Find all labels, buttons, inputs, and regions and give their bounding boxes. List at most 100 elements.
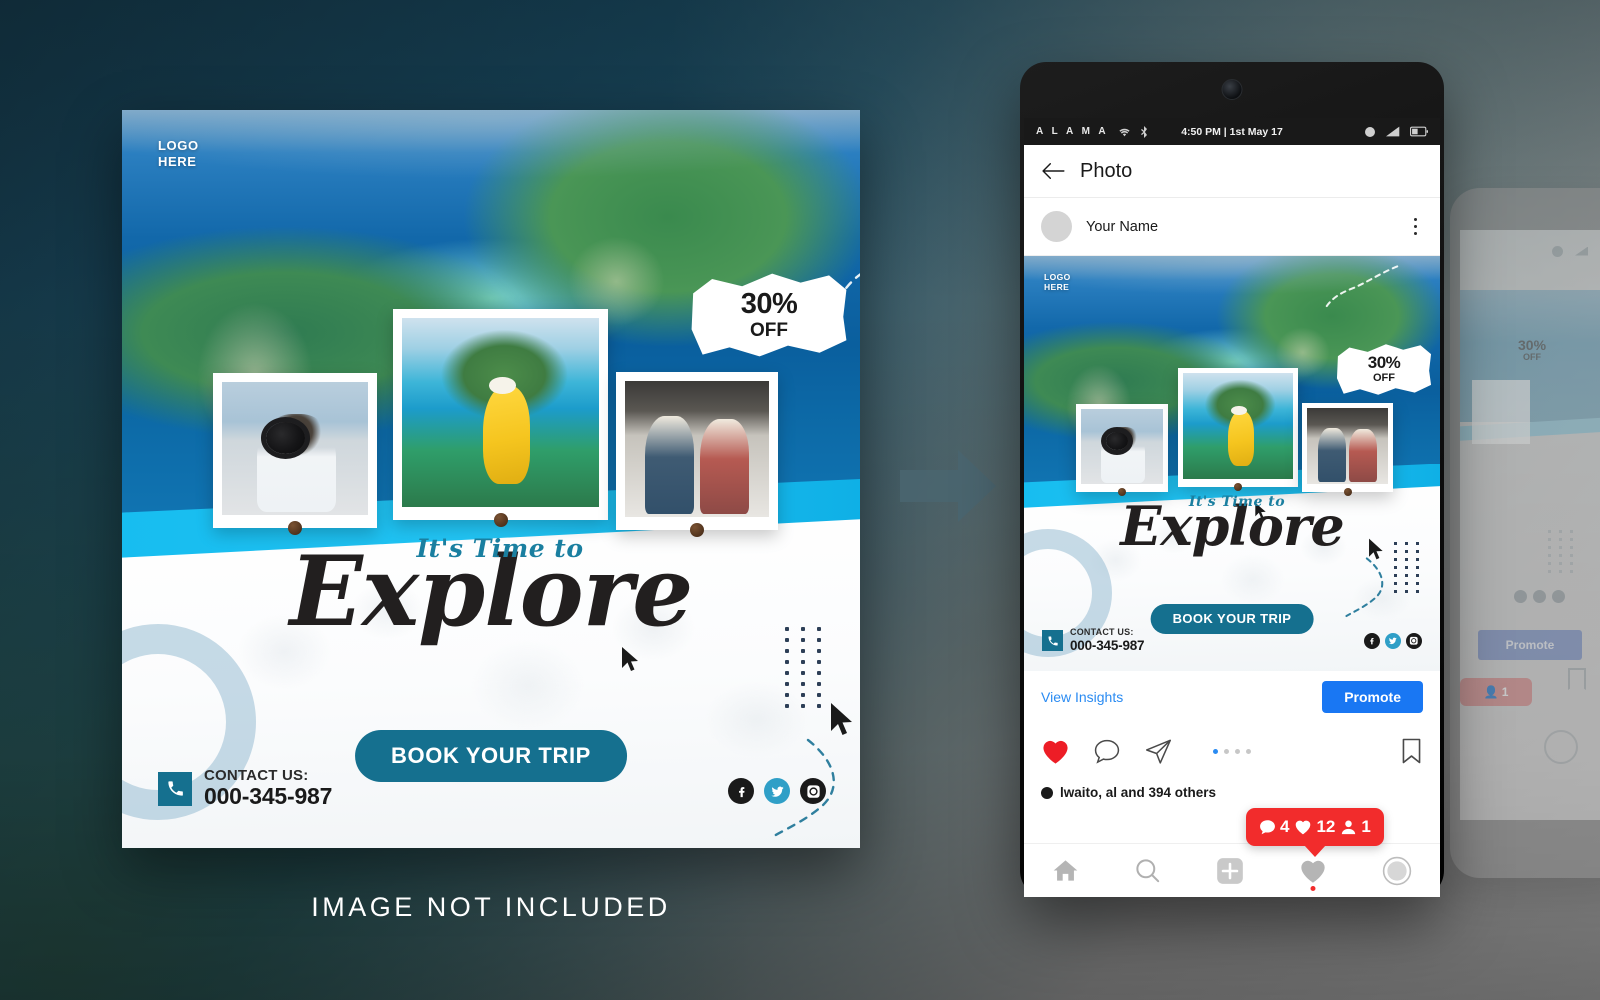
discount-badge: 30% OFF [1336, 342, 1432, 397]
like-count-value: 12 [1316, 817, 1336, 836]
social-icons [1364, 633, 1422, 649]
battery-icon [1410, 126, 1428, 137]
alarm-icon [1364, 126, 1376, 138]
status-bar-left: A L A M A [1036, 125, 1148, 138]
discount-percent: 30% [740, 288, 798, 320]
headline-small-text: It's Time to [1188, 494, 1286, 510]
couple-with-map-photo [625, 381, 769, 517]
heart-filled-icon[interactable] [1041, 738, 1070, 765]
person-icon [1342, 820, 1356, 835]
like-count: 12 [1294, 817, 1335, 837]
contact-info: CONTACT US: 000-345-987 [1042, 627, 1145, 653]
photo-frame-couple [1302, 403, 1393, 496]
book-your-trip-button[interactable]: BOOK YOUR TRIP [355, 730, 627, 782]
photo-frame-couple [616, 372, 778, 537]
ghost-promote-button: Promote [1478, 630, 1582, 660]
comment-bubble-icon [1260, 820, 1275, 835]
user-name: Your Name [1086, 218, 1159, 235]
post-image[interactable]: LOGO HERE 30% OFF It's Time to Explore B… [1024, 256, 1440, 671]
ghost-bookmark-icon [1568, 668, 1586, 690]
heart-icon [1296, 820, 1311, 835]
activity-badge-dot [1310, 885, 1316, 891]
tab-add[interactable] [1216, 857, 1244, 885]
follower-count: 1 [1340, 817, 1371, 837]
photo-frame-photographer [1076, 404, 1168, 496]
ghost-phone-screen: 30% OFF Promote 👤 1 [1460, 230, 1600, 820]
headline-main-text: Explore [289, 535, 694, 648]
contact-label: CONTACT US: [204, 766, 309, 784]
kebab-menu-icon[interactable] [1408, 212, 1424, 242]
book-your-trip-button[interactable]: BOOK YOUR TRIP [1150, 604, 1314, 634]
tab-activity[interactable] [1299, 858, 1327, 891]
twitter-icon[interactable] [1385, 633, 1401, 649]
bluetooth-icon [1140, 125, 1148, 138]
social-icons [728, 778, 826, 804]
yellow-dress-viewpoint-photo [1183, 373, 1293, 479]
phone-screen: A L A M A 4:50 PM | 1st May 17 Photo You… [1024, 118, 1440, 897]
facebook-icon[interactable] [1364, 633, 1380, 649]
avatar[interactable] [1041, 211, 1072, 242]
facebook-icon[interactable] [728, 778, 754, 804]
discount-off-label: OFF [1373, 372, 1395, 384]
follower-count-value: 1 [1361, 817, 1371, 836]
tab-search[interactable] [1134, 857, 1161, 884]
frame-pin [1234, 483, 1242, 491]
ghost-profile-icon [1544, 730, 1578, 764]
contact-label: CONTACT US: [1070, 627, 1134, 637]
photo-frame-viewpoint [393, 309, 608, 527]
ghost-photo-frame [1472, 380, 1530, 444]
share-icon[interactable] [1144, 738, 1173, 765]
poster-logo-placeholder: LOGO HERE [158, 138, 199, 170]
promote-button[interactable]: Promote [1322, 681, 1423, 713]
twitter-icon[interactable] [764, 778, 790, 804]
logo-line-1: LOGO [158, 138, 199, 153]
frame-pin [493, 513, 508, 527]
poster-design: LOGO HERE 30% OFF It's Time to Explore B… [122, 110, 860, 848]
view-insights-link[interactable]: View Insights [1041, 689, 1123, 705]
photo-frame-viewpoint [1178, 368, 1298, 491]
comment-icon[interactable] [1093, 738, 1121, 765]
right-arrow-icon [896, 434, 1000, 538]
frame-pin [288, 521, 302, 535]
contact-number: 000-345-987 [1070, 637, 1145, 653]
contact-number: 000-345-987 [204, 783, 333, 810]
photo-frame-photographer [213, 373, 377, 535]
post-actions-row [1024, 723, 1440, 779]
signal-icon [1386, 126, 1400, 137]
back-arrow-icon[interactable] [1041, 162, 1065, 180]
likes-text: lwaito, al and 394 others [1060, 785, 1217, 800]
phone-icon [1042, 630, 1063, 651]
likes-summary-row: lwaito, al and 394 others [1024, 779, 1440, 800]
instagram-icon[interactable] [1406, 633, 1422, 649]
bookmark-icon[interactable] [1400, 737, 1423, 765]
ghost-social-icons [1514, 590, 1565, 603]
insights-row: View Insights Promote [1024, 671, 1440, 723]
couple-with-map-photo [1307, 408, 1388, 484]
phone-icon [158, 771, 192, 806]
wifi-icon [1118, 127, 1131, 137]
status-bar-right [1364, 126, 1428, 138]
tab-home[interactable] [1052, 858, 1079, 883]
ghost-status-bar [1460, 238, 1600, 264]
yellow-dress-viewpoint-photo [402, 318, 599, 507]
tab-profile[interactable] [1382, 856, 1412, 886]
discount-badge: 30% OFF [690, 270, 848, 360]
logo-line-1: LOGO [1044, 272, 1071, 282]
discount-off-label: OFF [750, 320, 788, 341]
ghost-phone-preview: 30% OFF Promote 👤 1 [1450, 188, 1600, 878]
liker-avatar [1041, 786, 1053, 799]
post-author-row: Your Name [1024, 198, 1440, 256]
ghost-notification-badge: 👤 1 [1460, 678, 1532, 706]
phone-top-bezel [1020, 62, 1444, 118]
app-header: Photo [1024, 145, 1440, 198]
front-camera-icon [1221, 79, 1243, 100]
ghost-discount-badge: 30% OFF [1518, 337, 1547, 362]
image-not-included-caption: IMAGE NOT INCLUDED [311, 892, 671, 922]
mobile-phone-mockup: A L A M A 4:50 PM | 1st May 17 Photo You… [1020, 62, 1444, 897]
comment-count-value: 4 [1280, 817, 1290, 836]
dot-grid-decoration [785, 627, 826, 708]
bottom-tab-bar [1024, 843, 1440, 897]
instagram-icon[interactable] [800, 778, 826, 804]
page-title: Photo [1080, 159, 1133, 182]
logo-line-2: HERE [158, 153, 197, 169]
